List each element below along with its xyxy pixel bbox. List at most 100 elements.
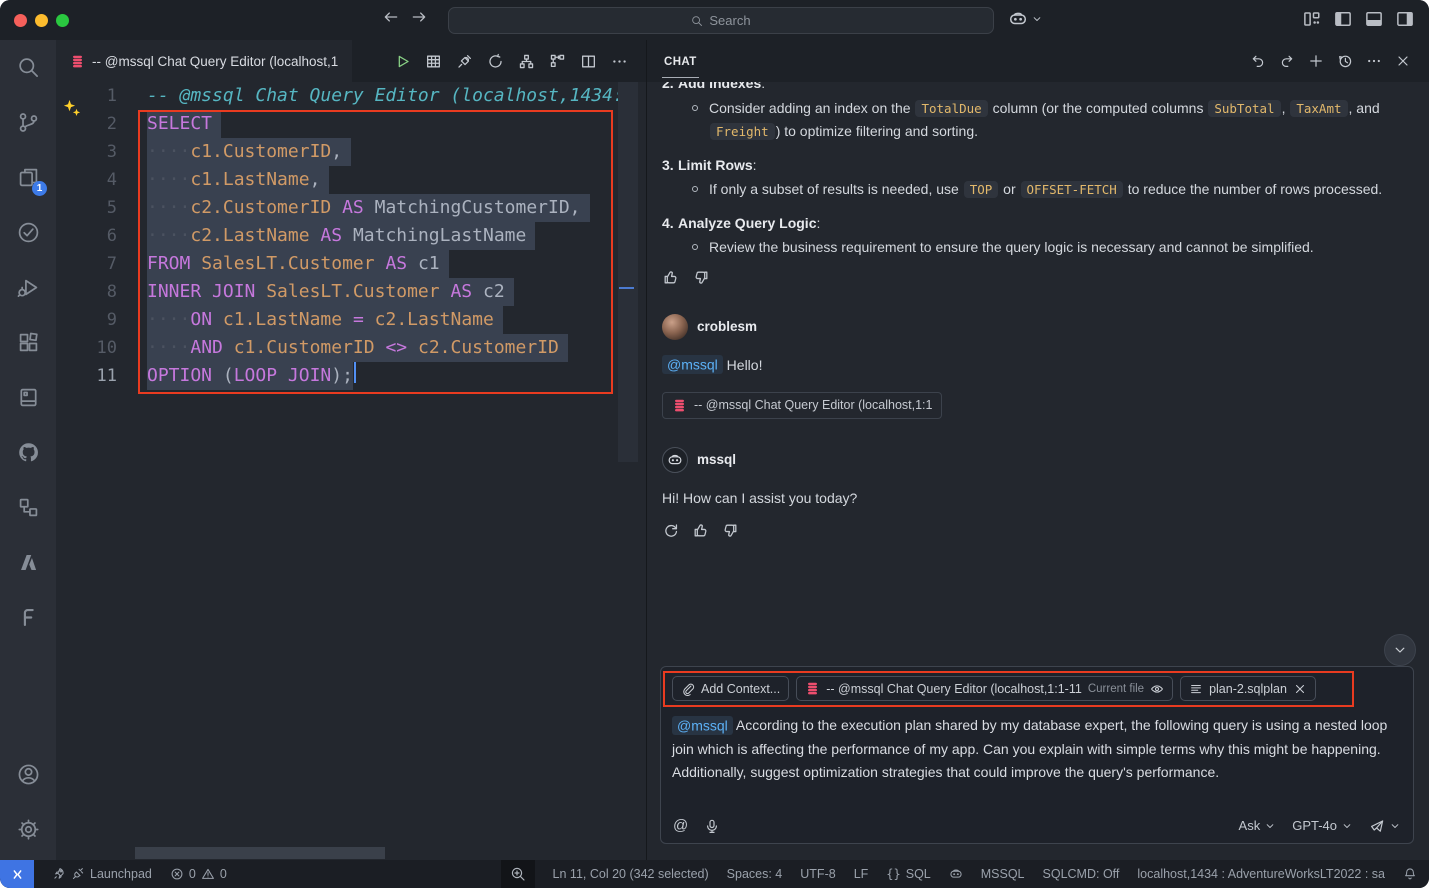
status-item-copilot-icon[interactable] — [949, 867, 963, 881]
command-center-search[interactable]: Search — [448, 7, 994, 34]
code-line[interactable]: 11OPTION (LOOP JOIN); — [56, 362, 646, 390]
toggle-primary-sidebar-icon[interactable] — [1333, 9, 1353, 29]
send-button[interactable] — [1369, 818, 1401, 834]
code-token: c1.LastName — [190, 169, 309, 190]
results-grid-icon[interactable] — [420, 48, 446, 74]
code-editor[interactable]: 1-- @mssql Chat Query Editor (localhost,… — [56, 82, 646, 860]
chat-tab[interactable]: CHAT — [662, 44, 699, 78]
status-item-utf8[interactable]: UTF-8 — [800, 867, 835, 881]
chat-input-text[interactable]: @mssql According to the execution plan s… — [672, 714, 1402, 785]
split-editor-icon[interactable] — [575, 48, 601, 74]
text-run: column (or the computed columns — [989, 100, 1208, 116]
status-item-localhost1434[interactable]: localhost,1434 : AdventureWorksLT2022 : … — [1137, 867, 1385, 881]
search-icon — [691, 15, 703, 27]
actual-plan-icon[interactable] — [544, 48, 570, 74]
code-line[interactable]: 1-- @mssql Chat Query Editor (localhost,… — [56, 82, 646, 110]
thumb-down-icon[interactable] — [693, 269, 710, 286]
status-item-sql[interactable]: {}SQL — [886, 867, 930, 881]
activity-item-run-debug-icon[interactable] — [0, 260, 56, 315]
message-attachment-chip[interactable]: -- @mssql Chat Query Editor (localhost,1… — [662, 392, 942, 419]
thumb-up-icon[interactable] — [662, 269, 679, 286]
activity-item-extensions-icon[interactable] — [0, 315, 56, 370]
activity-item-github-icon[interactable] — [0, 425, 56, 480]
mention-chip[interactable]: @mssql — [662, 355, 723, 374]
undo-icon[interactable] — [1250, 53, 1266, 69]
remove-chip-icon[interactable] — [1293, 682, 1307, 696]
history-icon[interactable] — [1337, 53, 1353, 69]
editor-tab[interactable]: -- @mssql Chat Query Editor (localhost,1 — [56, 40, 352, 82]
code-line[interactable]: 5····c2.CustomerID AS MatchingCustomerID… — [56, 194, 646, 222]
copilot-sparkle-icon[interactable] — [62, 98, 82, 118]
mic-icon[interactable] — [704, 818, 720, 834]
activity-item-settings-gear-icon[interactable] — [0, 802, 56, 857]
activity-item-azure-icon[interactable] — [0, 535, 56, 590]
code-line[interactable]: 10····AND c1.CustomerID <> c2.CustomerID — [56, 334, 646, 362]
thumb-down-icon[interactable] — [722, 522, 739, 539]
redo-icon[interactable] — [1279, 53, 1295, 69]
assistant-message-text: Hi! How can I assist you today? — [662, 487, 1413, 509]
editor-vertical-scrollbar[interactable] — [618, 82, 638, 462]
retry-icon[interactable] — [662, 522, 679, 539]
code-line[interactable]: 9····ON c1.LastName = c2.LastName — [56, 306, 646, 334]
close-window-button[interactable] — [14, 14, 27, 27]
chat-input-box[interactable]: Add Context... -- @mssql Chat Query Edit… — [660, 666, 1414, 844]
back-icon[interactable] — [382, 8, 400, 26]
code-line-content: -- @mssql Chat Query Editor (localhost,1… — [147, 82, 624, 110]
code-line[interactable]: 8INNER JOIN SalesLT.Customer AS c2 — [56, 278, 646, 306]
assistant-message-actions — [662, 522, 1413, 539]
status-item-ln[interactable]: Ln 11, Col 20 (342 selected) — [553, 867, 709, 881]
status-item-mssql[interactable]: MSSQL — [981, 867, 1025, 881]
code-line[interactable]: 7FROM SalesLT.Customer AS c1 — [56, 250, 646, 278]
activity-item-account-icon[interactable] — [0, 747, 56, 802]
activity-item-notebooks-icon[interactable] — [0, 370, 56, 425]
eye-icon[interactable] — [1150, 682, 1164, 696]
mode-picker[interactable]: Ask — [1239, 818, 1277, 833]
problems-item[interactable]: 0 0 — [170, 867, 227, 881]
activity-item-explorer-icon[interactable]: 1 — [0, 150, 56, 205]
customize-layout-icon[interactable] — [1302, 9, 1322, 29]
new-chat-icon[interactable] — [1308, 53, 1324, 69]
mention-picker-icon[interactable]: @ — [673, 817, 688, 834]
connect-plug-icon[interactable] — [451, 48, 477, 74]
more-icon[interactable] — [1366, 53, 1382, 69]
activity-item-testing-icon[interactable] — [0, 205, 56, 260]
status-item-sqlcmd[interactable]: SQLCMD: Off — [1043, 867, 1120, 881]
toggle-panel-icon[interactable] — [1364, 9, 1384, 29]
list-title-suffix: : — [753, 157, 757, 173]
activity-item-fabric-icon[interactable] — [0, 590, 56, 645]
plan-file-chip[interactable]: plan-2.sqlplan — [1180, 676, 1316, 701]
status-item-bell-icon[interactable] — [1403, 867, 1417, 881]
minimize-window-button[interactable] — [35, 14, 48, 27]
remote-indicator[interactable] — [0, 860, 34, 888]
estimated-plan-icon[interactable] — [513, 48, 539, 74]
thumb-up-icon[interactable] — [692, 522, 709, 539]
model-picker[interactable]: GPT-4o — [1292, 818, 1353, 833]
status-item-lf[interactable]: LF — [854, 867, 869, 881]
current-file-chip[interactable]: -- @mssql Chat Query Editor (localhost,1… — [796, 676, 1173, 701]
toggle-secondary-sidebar-icon[interactable] — [1395, 9, 1415, 29]
activity-item-schema-compare-icon[interactable] — [0, 480, 56, 535]
activity-item-search-icon[interactable] — [0, 40, 56, 95]
code-token: AS — [450, 281, 472, 302]
code-line[interactable]: 2SELECT — [56, 110, 646, 138]
code-line[interactable]: 4····c1.LastName, — [56, 166, 646, 194]
code-line[interactable]: 3····c1.CustomerID, — [56, 138, 646, 166]
close-icon[interactable] — [1395, 53, 1411, 69]
zoom-indicator[interactable] — [501, 860, 535, 888]
add-context-button[interactable]: Add Context... — [672, 676, 789, 701]
code-line[interactable]: 6····c2.LastName AS MatchingLastName — [56, 222, 646, 250]
activity-item-source-control-icon[interactable] — [0, 95, 56, 150]
status-item-spaces[interactable]: Spaces: 4 — [727, 867, 783, 881]
status-label: localhost,1434 : AdventureWorksLT2022 : … — [1137, 867, 1385, 881]
forward-icon[interactable] — [410, 8, 428, 26]
zoom-window-button[interactable] — [56, 14, 69, 27]
change-connection-icon[interactable] — [482, 48, 508, 74]
launchpad-item[interactable]: Launchpad — [52, 867, 152, 881]
copilot-menu[interactable] — [1008, 9, 1043, 29]
add-context-label: Add Context... — [701, 682, 780, 696]
scroll-to-bottom-button[interactable] — [1384, 634, 1416, 666]
more-icon[interactable] — [606, 48, 632, 74]
editor-horizontal-scrollbar[interactable] — [135, 847, 385, 859]
run-query-icon[interactable] — [389, 48, 415, 74]
copilot-icon — [949, 867, 963, 881]
